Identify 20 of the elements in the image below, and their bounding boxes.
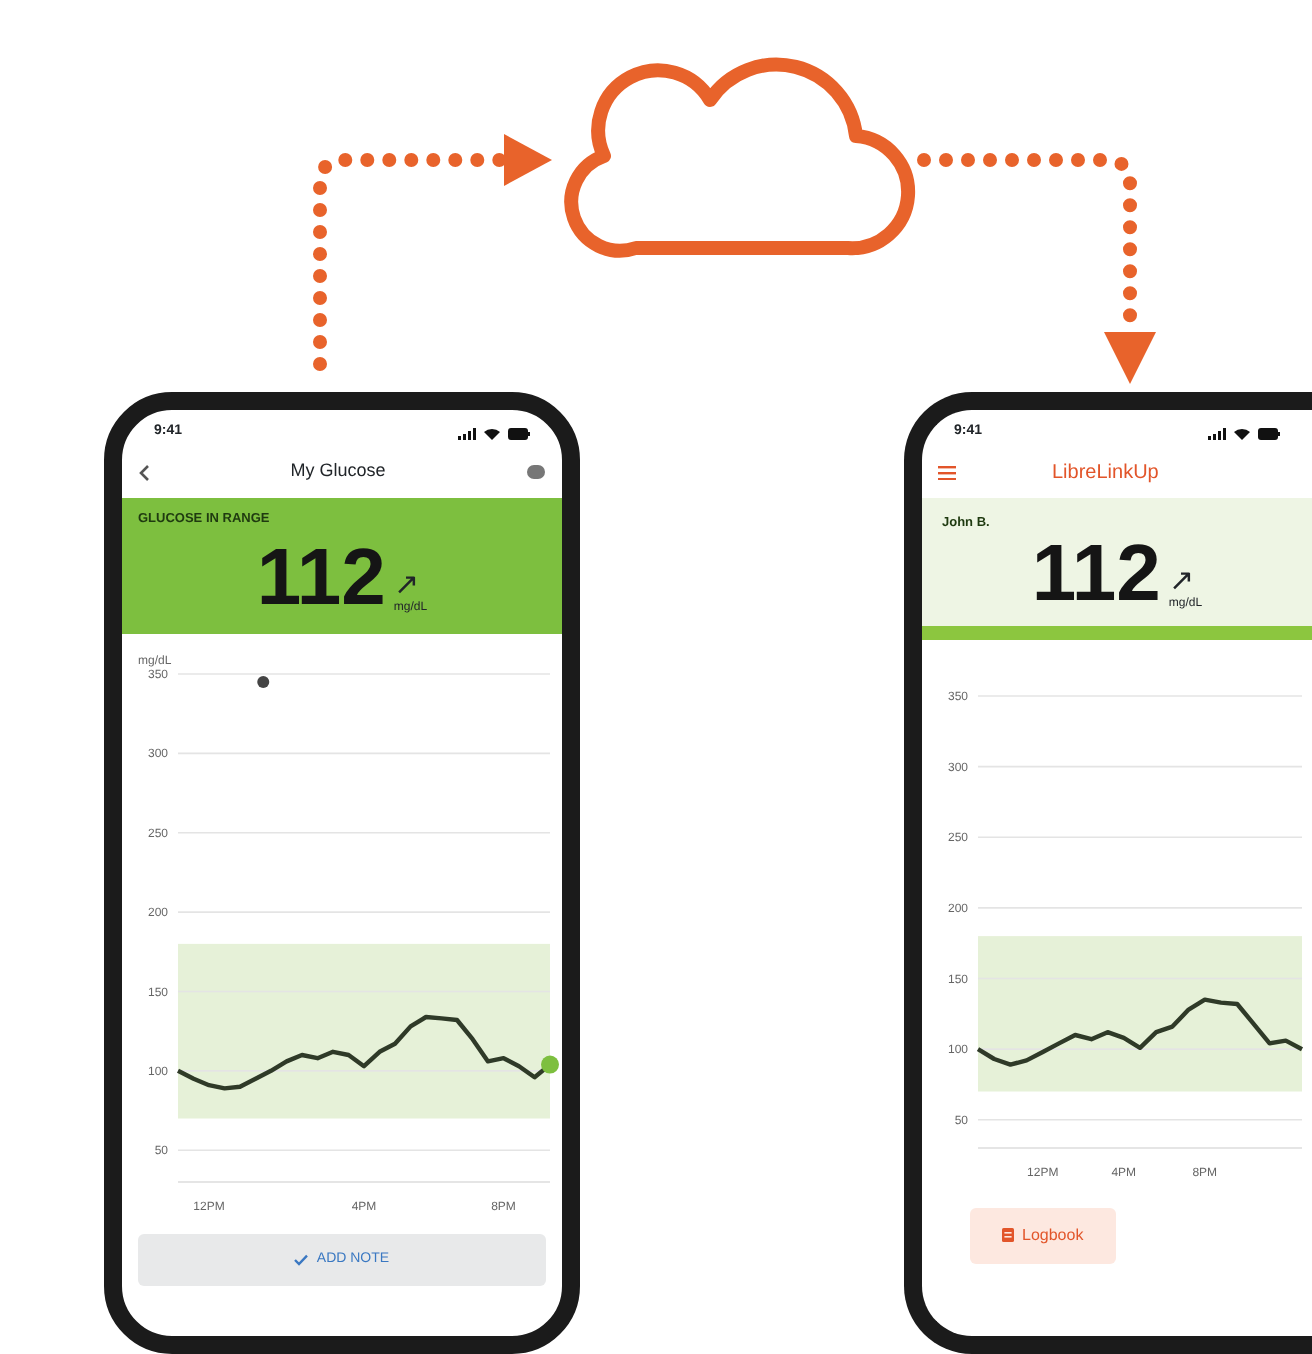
check-icon [294, 1254, 309, 1266]
wifi-icon [484, 427, 500, 439]
menu-icon [938, 465, 956, 479]
book-icon [1002, 1228, 1014, 1243]
logbook-button[interactable]: Logbook [970, 1207, 1116, 1264]
glucose-reading: 112 [256, 537, 386, 618]
back-icon [138, 463, 150, 481]
signal-icon [1208, 427, 1226, 439]
trend-arrow: ↗ [1168, 565, 1195, 596]
cloud-icon [564, 57, 916, 258]
signal-icon [458, 427, 476, 439]
trend-arrow: ↗ [393, 569, 420, 600]
wifi-icon [1234, 427, 1250, 439]
app-title: LibreLinkUp [1052, 459, 1159, 487]
glucose-reading: 112 [1031, 533, 1161, 614]
battery-icon [1258, 427, 1280, 439]
screen-title: My Glucose [290, 458, 386, 485]
current-reading-dot [541, 1055, 559, 1073]
note-marker-icon [257, 675, 270, 688]
battery-icon [508, 427, 530, 439]
